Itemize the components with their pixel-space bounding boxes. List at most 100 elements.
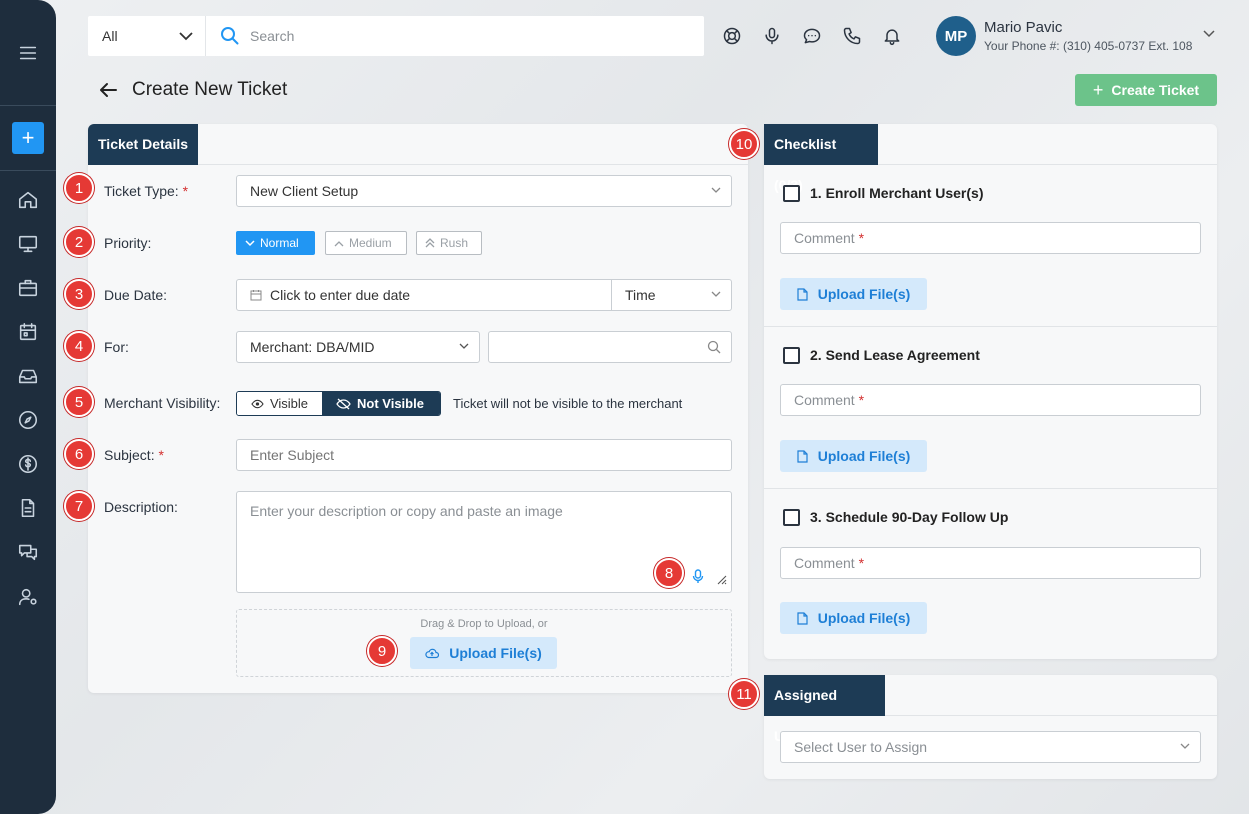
for-type-value: Merchant: DBA/MID [250, 339, 375, 355]
menu-icon[interactable] [16, 41, 40, 65]
file-icon [797, 611, 808, 625]
tab-assigned-users[interactable]: Assigned Users [764, 675, 885, 744]
search-input[interactable] [250, 28, 670, 44]
file-icon [797, 449, 808, 463]
avatar[interactable]: MP [936, 16, 976, 56]
page-title: Create New Ticket [132, 79, 288, 100]
assigned-users-tabbar: Assigned Users [764, 675, 1217, 744]
checklist-upload-button[interactable]: Upload File(s) [780, 278, 927, 310]
plus-icon: + [1092, 79, 1104, 100]
home-icon[interactable] [16, 188, 40, 212]
merchant-search-input[interactable] [488, 331, 732, 363]
annotation-marker: 9 [367, 636, 397, 666]
microphone-icon[interactable] [692, 569, 704, 584]
chevron-down-icon [1180, 743, 1190, 749]
due-date-input[interactable]: Click to enter due date [236, 279, 613, 311]
chevron-down-icon [459, 343, 469, 349]
priority-rush-button[interactable]: Rush [416, 231, 482, 255]
checklist-comment-input[interactable]: Comment * [780, 547, 1201, 579]
merchant-visibility-label: Merchant Visibility: [104, 395, 221, 411]
user-name[interactable]: Mario Pavic [984, 19, 1062, 36]
checklist-upload-button[interactable]: Upload File(s) [780, 602, 927, 634]
user-settings-icon[interactable] [16, 585, 40, 609]
microphone-icon[interactable] [762, 26, 782, 46]
resize-handle-icon[interactable] [715, 573, 727, 585]
chevron-down-icon [245, 239, 255, 246]
visibility-note: Ticket will not be visible to the mercha… [453, 396, 683, 411]
priority-label: Priority: [104, 235, 152, 251]
annotation-marker: 11 [729, 679, 759, 709]
create-ticket-button[interactable]: + Create Ticket [1075, 74, 1217, 106]
not-visible-option-label: Not Visible [357, 396, 424, 411]
checklist-item-label: 2. Send Lease Agreement [810, 347, 980, 363]
sidebar-divider [0, 105, 56, 106]
eye-off-icon [336, 398, 351, 409]
checklist-comment-input[interactable]: Comment * [780, 222, 1201, 254]
chevron-down-icon [179, 31, 193, 40]
tab-checklist[interactable]: Checklist (0/3) [764, 124, 878, 193]
checklist-upload-label: Upload File(s) [817, 286, 911, 302]
create-ticket-label: Create Ticket [1111, 82, 1200, 98]
dropzone-text: Drag & Drop to Upload, or [420, 618, 548, 630]
search-icon [707, 340, 721, 354]
document-icon[interactable] [16, 496, 40, 520]
monitor-icon[interactable] [16, 232, 40, 256]
description-label: Description: [104, 499, 178, 515]
ticket-type-label: Ticket Type: * [104, 183, 189, 199]
priority-rush-label: Rush [440, 236, 469, 250]
phone-icon[interactable] [842, 26, 862, 46]
divider [764, 488, 1217, 489]
checklist-item-checkbox[interactable] [783, 347, 800, 364]
checklist-item-checkbox[interactable] [783, 185, 800, 202]
visibility-visible-option[interactable]: Visible [237, 392, 322, 415]
briefcase-icon[interactable] [16, 276, 40, 300]
checklist-item-checkbox[interactable] [783, 509, 800, 526]
upload-files-label: Upload File(s) [449, 645, 542, 661]
user-phone: Your Phone #: (310) 405-0737 Ext. 108 [984, 39, 1193, 53]
priority-medium-button[interactable]: Medium [325, 231, 407, 255]
calendar-icon [250, 290, 262, 301]
annotation-marker: 3 [64, 279, 94, 309]
for-type-select[interactable]: Merchant: DBA/MID [236, 331, 480, 363]
checklist-upload-label: Upload File(s) [817, 448, 911, 464]
chat-icon[interactable] [16, 540, 40, 564]
inbox-icon[interactable] [16, 364, 40, 388]
sidebar: + [0, 0, 56, 814]
file-icon [797, 287, 808, 301]
support-icon[interactable] [722, 26, 742, 46]
due-time-select[interactable]: Time [611, 279, 732, 311]
checklist-item-label: 1. Enroll Merchant User(s) [810, 185, 984, 201]
dollar-icon[interactable] [16, 452, 40, 476]
calendar-icon[interactable] [16, 320, 40, 344]
ticket-type-select[interactable]: New Client Setup [236, 175, 732, 207]
eye-icon [251, 399, 264, 408]
checklist-upload-button[interactable]: Upload File(s) [780, 440, 927, 472]
for-label: For: [104, 339, 129, 355]
assigned-users-card: Assigned Users [764, 675, 1217, 779]
visible-option-label: Visible [269, 396, 308, 411]
chevron-down-icon[interactable] [1203, 30, 1215, 38]
add-new-button[interactable]: + [12, 122, 44, 154]
annotation-marker: 6 [64, 439, 94, 469]
priority-normal-label: Normal [260, 236, 299, 250]
ticket-type-value: New Client Setup [250, 183, 359, 199]
search-scope-value: All [102, 28, 118, 44]
chevron-up-icon [334, 240, 344, 246]
priority-normal-button[interactable]: Normal [236, 231, 315, 255]
bell-icon[interactable] [882, 26, 902, 46]
tab-ticket-details[interactable]: Ticket Details [88, 124, 199, 165]
search-bar: All [88, 16, 704, 56]
annotation-marker: 5 [64, 387, 94, 417]
annotation-marker: 7 [64, 491, 94, 521]
back-arrow-icon[interactable] [98, 80, 118, 100]
subject-input[interactable] [236, 439, 732, 471]
upload-files-button[interactable]: Upload File(s) [410, 637, 557, 669]
assign-user-select[interactable]: Select User to Assign [780, 731, 1201, 763]
compass-icon[interactable] [16, 408, 40, 432]
checklist-comment-input[interactable]: Comment * [780, 384, 1201, 416]
annotation-marker: 1 [64, 173, 94, 203]
chevron-down-icon [711, 291, 721, 297]
message-icon[interactable] [802, 26, 822, 46]
visibility-not-visible-option[interactable]: Not Visible [322, 392, 440, 415]
search-scope-select[interactable]: All [88, 16, 206, 56]
